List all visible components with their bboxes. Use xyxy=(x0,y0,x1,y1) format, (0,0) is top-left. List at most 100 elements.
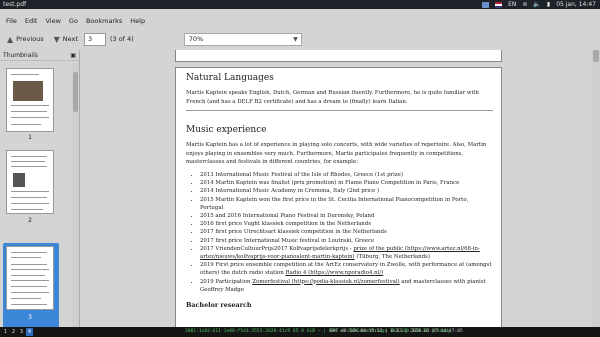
page-number-input[interactable]: 3 xyxy=(83,32,106,46)
list-item: 2019 Participation Zomerfestival (https:… xyxy=(200,278,493,294)
thumbnail-number-1: 1 xyxy=(28,134,32,141)
section-divider xyxy=(186,110,493,112)
thumb-line xyxy=(11,156,47,157)
window-icon[interactable] xyxy=(482,1,490,8)
zomerfestival-link[interactable]: Zomerfestival (https://podia-klassiek.nl… xyxy=(252,279,399,285)
languages-heading: Natural Languages xyxy=(186,73,274,83)
document-viewer[interactable]: Natural Languages Martis Kaptein speaks … xyxy=(81,50,600,327)
menu-help[interactable]: Help xyxy=(130,15,145,27)
battery-icon[interactable]: ▮ xyxy=(547,0,550,9)
thumb-line xyxy=(11,111,47,112)
thumb-line xyxy=(11,292,49,293)
menu-edit[interactable]: Edit xyxy=(25,15,38,27)
status-bar: 1 2 3 4 2001:1c02:611 1e00:f5d1:3553:262… xyxy=(0,327,600,337)
previous-button[interactable]: ▲ Previous xyxy=(4,35,47,44)
thumbnail-page-1[interactable] xyxy=(6,68,54,132)
thumb-line xyxy=(11,124,41,125)
arrow-down-icon: ▼ xyxy=(53,34,60,44)
list-item: 2013 International Music Festival of the… xyxy=(200,171,493,179)
zoom-value: 70% xyxy=(188,34,204,43)
thumbnail-page-2[interactable] xyxy=(6,150,54,214)
window-title: test.pdf xyxy=(3,1,27,8)
document-scrollbar-thumb[interactable] xyxy=(593,50,599,62)
thumb-line xyxy=(11,197,47,198)
document-scrollbar[interactable] xyxy=(592,50,600,327)
system-tray: EN ≋ 🔈 ▮ 05 jan, 14:47 xyxy=(482,0,596,9)
thumb-line xyxy=(11,298,41,299)
thumb-line xyxy=(11,105,49,106)
thumbnail-page-3[interactable] xyxy=(6,246,54,310)
toolbar: ▲ Previous ▼ Next 3 (3 of 4) 70% ▼ xyxy=(0,29,600,49)
music-list: 2013 International Music Festival of the… xyxy=(186,171,493,294)
list-item: 2019 First price ensemble competition at… xyxy=(200,261,493,277)
thumbnail-list: 1 2 3 xyxy=(0,62,72,327)
previous-page-bottom xyxy=(175,50,502,62)
arrow-up-icon: ▲ xyxy=(7,34,14,44)
list-item: 2015 Martin Kaptein won the first price … xyxy=(200,196,493,212)
thumb-photo xyxy=(13,81,43,101)
thumb-line xyxy=(11,304,47,305)
menu-file[interactable]: File xyxy=(6,15,17,27)
menu-view[interactable]: View xyxy=(45,15,60,27)
list-item: 2014 Martin Kaptein was finalist (prix p… xyxy=(200,179,493,187)
thumb-line xyxy=(11,269,49,270)
keyboard-layout[interactable]: EN xyxy=(508,0,516,9)
page-content: Natural Languages Martis Kaptein speaks … xyxy=(186,70,493,309)
thumb-line xyxy=(11,264,47,265)
workspace-4[interactable]: 4 xyxy=(26,328,33,336)
workspace-2[interactable]: 2 xyxy=(10,328,17,336)
radio4-link[interactable]: Radio 4 (https://www.nporadio4.nl/) xyxy=(285,270,383,276)
thumbnail-number-2: 2 xyxy=(28,217,32,224)
network-icon[interactable]: ≋ xyxy=(522,0,527,9)
thumb-photo xyxy=(13,173,25,187)
languages-paragraph: Martis Kaptein speaks English, Dutch, Ge… xyxy=(186,90,479,105)
list-item: 2015 and 2016 International Piano Festiv… xyxy=(200,212,493,220)
sidebar-scrollbar[interactable] xyxy=(72,62,79,327)
volume-icon[interactable]: 🔈 xyxy=(533,0,540,9)
close-icon[interactable]: ▣ xyxy=(70,50,76,61)
thumb-line xyxy=(11,74,39,75)
list-item: 2014 International Music Academy in Crem… xyxy=(200,187,493,195)
thumbnail-number-3: 3 xyxy=(28,314,32,321)
list-item: 2017 VriendenCultuurPrijs2017 Kolfvaprij… xyxy=(200,245,493,261)
chevron-down-icon: ▼ xyxy=(293,35,298,43)
document-page[interactable]: Natural Languages Martis Kaptein speaks … xyxy=(175,67,502,327)
sidebar-title: Thumbnails xyxy=(3,52,38,59)
list-item: 2017 first price Utrechtsart klassiek co… xyxy=(200,228,493,236)
top-panel: test.pdf EN ≋ 🔈 ▮ 05 jan, 14:47 xyxy=(0,0,600,9)
thumb-line xyxy=(11,203,49,204)
thumb-line xyxy=(11,280,49,281)
thumb-line xyxy=(11,161,45,162)
thumb-line xyxy=(11,117,49,118)
bachelor-heading: Bachelor research xyxy=(186,301,252,310)
thumb-line xyxy=(11,252,47,253)
list-item-text: 2017 VriendenCultuurPrijs2017 Kolfvaprij… xyxy=(200,245,354,252)
list-item: 2017 first price International Music fes… xyxy=(200,237,493,245)
sidebar-header: Thumbnails ▣ xyxy=(0,50,79,61)
sidebar-scrollbar-thumb[interactable] xyxy=(73,72,78,112)
list-item-text: 2019 Participation xyxy=(200,278,253,285)
menu-bookmarks[interactable]: Bookmarks xyxy=(86,15,122,27)
thumb-line xyxy=(11,166,47,167)
thumb-line xyxy=(11,275,45,276)
list-item-text: (Tilburg, The Netherlands) xyxy=(354,254,430,260)
thumb-line xyxy=(11,209,43,210)
workspace-switcher: 1 2 3 4 xyxy=(2,327,33,336)
workspace-3[interactable]: 3 xyxy=(18,328,25,336)
workspace-1[interactable]: 1 xyxy=(2,328,9,336)
music-paragraph: Martis Kaptein has a lot of experience i… xyxy=(186,142,487,166)
list-item: 2016 first price Vught klassiek competit… xyxy=(200,220,493,228)
next-button[interactable]: ▼ Next xyxy=(51,35,81,44)
zoom-select[interactable]: 70% ▼ xyxy=(183,32,302,46)
sidebar: Thumbnails ▣ 1 2 3 xyxy=(0,50,80,327)
page-count: (3 of 4) xyxy=(109,35,134,43)
thumb-line xyxy=(11,286,47,287)
clock[interactable]: 05 jan, 14:47 xyxy=(556,0,596,9)
previous-label: Previous xyxy=(16,35,44,43)
music-heading: Music experience xyxy=(186,125,267,136)
flag-icon[interactable] xyxy=(495,1,503,8)
menu-go[interactable]: Go xyxy=(69,15,78,27)
thumb-line xyxy=(11,191,49,192)
menu-bar: File Edit View Go Bookmarks Help xyxy=(0,15,600,27)
thumb-line xyxy=(11,257,41,258)
